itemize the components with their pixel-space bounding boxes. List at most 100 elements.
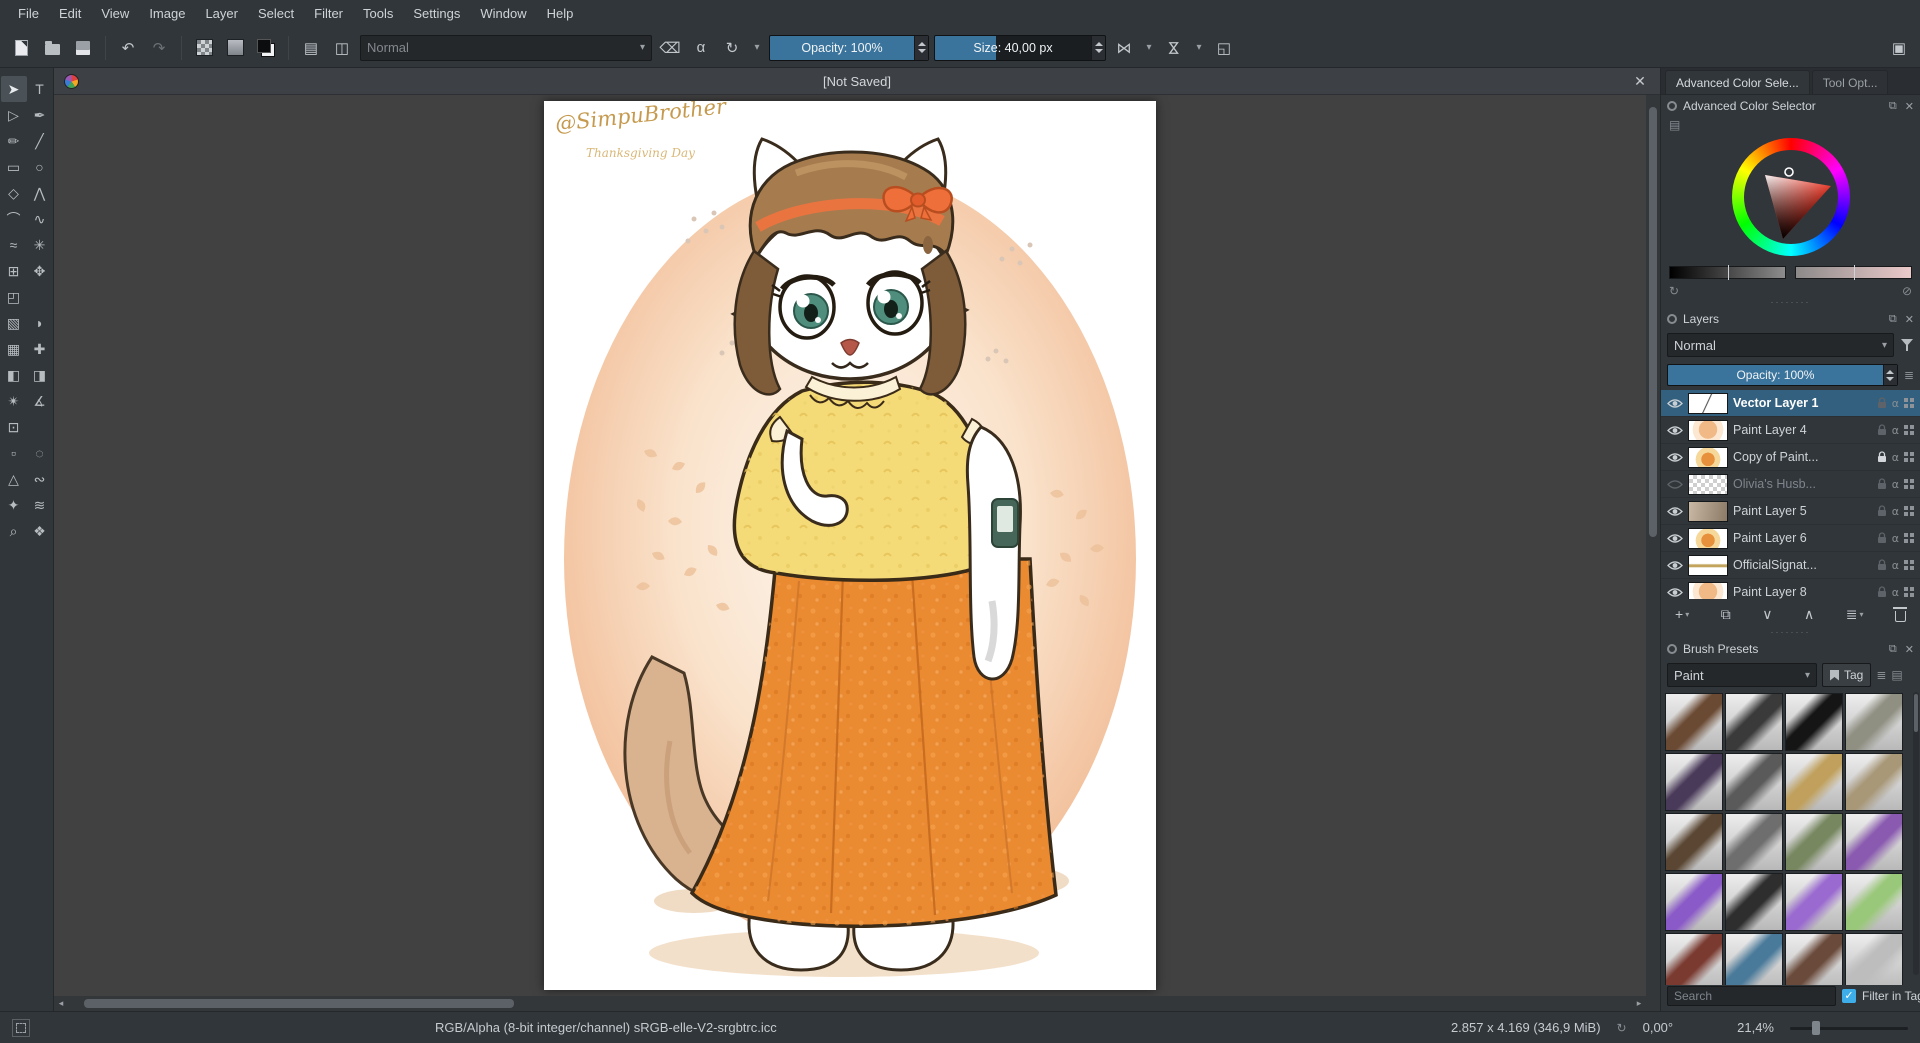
preset-detail-view-icon[interactable]: ▤ [1891,668,1902,682]
polygonal-select-tool[interactable]: △ [1,466,27,492]
pan-tool[interactable]: ❖ [27,518,53,544]
brush-preset-thumbnail[interactable] [1785,693,1843,751]
freehand-select-tool[interactable]: ∾ [27,466,53,492]
calligraphy-tool[interactable]: ✒ [27,102,53,128]
alpha-lock-icon[interactable]: α [1892,451,1899,464]
similar-color-select-tool[interactable]: ✦ [1,492,27,518]
dropdown-arrow-icon[interactable]: ▾ [1142,35,1156,61]
polygon-tool[interactable]: ◇ [1,180,27,206]
layer-lock-icon[interactable] [1877,532,1887,544]
rectangular-select-tool[interactable]: ▫ [1,440,27,466]
brush-preset-thumbnail[interactable] [1845,753,1903,811]
color-history-icon[interactable]: ↻ [1669,284,1679,298]
brush-preset-thumbnail[interactable] [1785,873,1843,931]
horizontal-scrollbar[interactable]: ◂ ▸ [54,996,1646,1011]
mirror-horizontal-icon[interactable]: ⋈ [1111,35,1137,61]
move-tool[interactable]: ✥ [27,258,53,284]
reference-images-tool[interactable]: ⊡ [1,414,27,440]
menu-image[interactable]: Image [139,0,195,28]
layer-visibility-icon[interactable] [1667,452,1683,463]
new-document-icon[interactable] [8,35,34,61]
workspace-chooser-icon[interactable]: ▣ [1886,35,1912,61]
shade-strip-dark[interactable] [1669,266,1786,279]
layer-filter-icon[interactable] [1900,338,1914,352]
add-layer-button[interactable]: +▾ [1675,606,1689,622]
layer-visibility-icon[interactable] [1667,560,1683,571]
layer-blending-mode-select[interactable]: Normal ▾ [1667,333,1894,357]
pattern-edit-tool[interactable]: ▦ [1,336,27,362]
menu-select[interactable]: Select [248,0,304,28]
layer-row[interactable]: Olivia's Husb... α [1661,471,1920,498]
brush-presets-chooser-icon[interactable]: ◫ [329,35,355,61]
layer-properties-button[interactable]: ≣▾ [1846,606,1864,623]
alpha-lock-icon[interactable]: α [1892,397,1899,410]
menu-help[interactable]: Help [537,0,584,28]
brush-preset-thumbnail[interactable] [1845,873,1903,931]
memory-refresh-icon[interactable]: ↻ [1617,1021,1627,1035]
layers-menu-icon[interactable]: ≣ [1904,368,1914,382]
move-layer-up-button[interactable]: ∧ [1804,606,1814,623]
dropdown-arrow-icon[interactable]: ▾ [1192,35,1206,61]
layer-visibility-icon[interactable] [1667,425,1683,436]
layer-style-icon[interactable] [1904,506,1914,516]
layer-row[interactable]: Vector Layer 1 α [1661,390,1920,417]
layer-visibility-icon[interactable] [1667,479,1683,490]
fg-bg-color-chip[interactable] [253,35,279,61]
docker-tab-1[interactable]: Tool Opt... [1812,70,1889,94]
preserve-alpha-icon[interactable]: α [688,35,714,61]
close-document-icon[interactable]: ✕ [1630,73,1650,90]
scroll-left-icon[interactable]: ◂ [54,998,68,1009]
trim-canvas-icon[interactable]: ◱ [1211,35,1237,61]
brush-preset-thumbnail[interactable] [1725,693,1783,751]
brush-preset-thumbnail[interactable] [1665,873,1723,931]
gradient-tool[interactable]: ▧ [1,310,27,336]
crop-tool[interactable]: ◰ [1,284,27,310]
fill-tool[interactable]: ◧ [1,362,27,388]
layer-lock-icon[interactable] [1877,397,1887,409]
menu-layer[interactable]: Layer [195,0,248,28]
preset-list-view-icon[interactable]: ≣ [1876,668,1886,682]
brush-preset-thumbnail[interactable] [1785,933,1843,985]
text-tool[interactable]: T [27,76,53,102]
ellipse-tool[interactable]: ○ [27,154,53,180]
shade-strips[interactable] [1661,261,1920,283]
brush-size-slider[interactable]: Size: 40,00 px [934,35,1106,61]
zoom-slider[interactable] [1790,1021,1908,1035]
zoom-slider-handle[interactable] [1812,1021,1820,1035]
vscroll-handle[interactable] [1649,107,1657,537]
docker-tab-0[interactable]: Advanced Color Sele... [1665,70,1810,94]
float-docker-icon[interactable]: ⧉ [1889,313,1897,326]
layer-row[interactable]: Copy of Paint... α [1661,444,1920,471]
smart-patch-tool[interactable]: ✚ [27,336,53,362]
menu-edit[interactable]: Edit [49,0,91,28]
alpha-lock-icon[interactable]: α [1892,424,1899,437]
dropdown-arrow-icon[interactable]: ▾ [750,35,764,61]
brush-preset-thumbnail[interactable] [1845,813,1903,871]
bezier-curve-tool[interactable]: ⌒ [1,206,27,232]
mirror-vertical-icon[interactable]: ⋈ [1161,35,1187,61]
tag-button[interactable]: Tag [1822,663,1871,687]
elliptical-select-tool[interactable]: ◌ [27,440,53,466]
menu-filter[interactable]: Filter [304,0,353,28]
menu-file[interactable]: File [8,0,49,28]
brush-preset-thumbnail[interactable] [1725,873,1783,931]
layer-row[interactable]: Paint Layer 8 α [1661,579,1920,599]
alpha-lock-icon[interactable]: α [1892,586,1899,599]
vertical-scrollbar[interactable] [1646,95,1660,996]
layer-visibility-icon[interactable] [1667,506,1683,517]
layer-lock-icon[interactable] [1877,478,1887,490]
layer-visibility-icon[interactable] [1667,398,1683,409]
canvas-angle-text[interactable]: 0,00° [1643,1020,1674,1035]
saturation-value-triangle[interactable] [1732,138,1850,256]
enclose-fill-tool[interactable]: ◨ [27,362,53,388]
menu-tools[interactable]: Tools [353,0,403,28]
brush-preset-thumbnail[interactable] [1665,813,1723,871]
scroll-right-icon[interactable]: ▸ [1632,998,1646,1009]
opacity-slider[interactable]: Opacity: 100% [769,35,929,61]
select-shapes-tool[interactable]: ➤ [1,76,27,102]
layer-row[interactable]: Paint Layer 5 α [1661,498,1920,525]
alpha-lock-icon[interactable]: α [1892,532,1899,545]
transform-tool[interactable]: ⊞ [1,258,27,284]
layer-lock-icon[interactable] [1877,559,1887,571]
duplicate-layer-button[interactable]: ⧉ [1721,606,1731,623]
